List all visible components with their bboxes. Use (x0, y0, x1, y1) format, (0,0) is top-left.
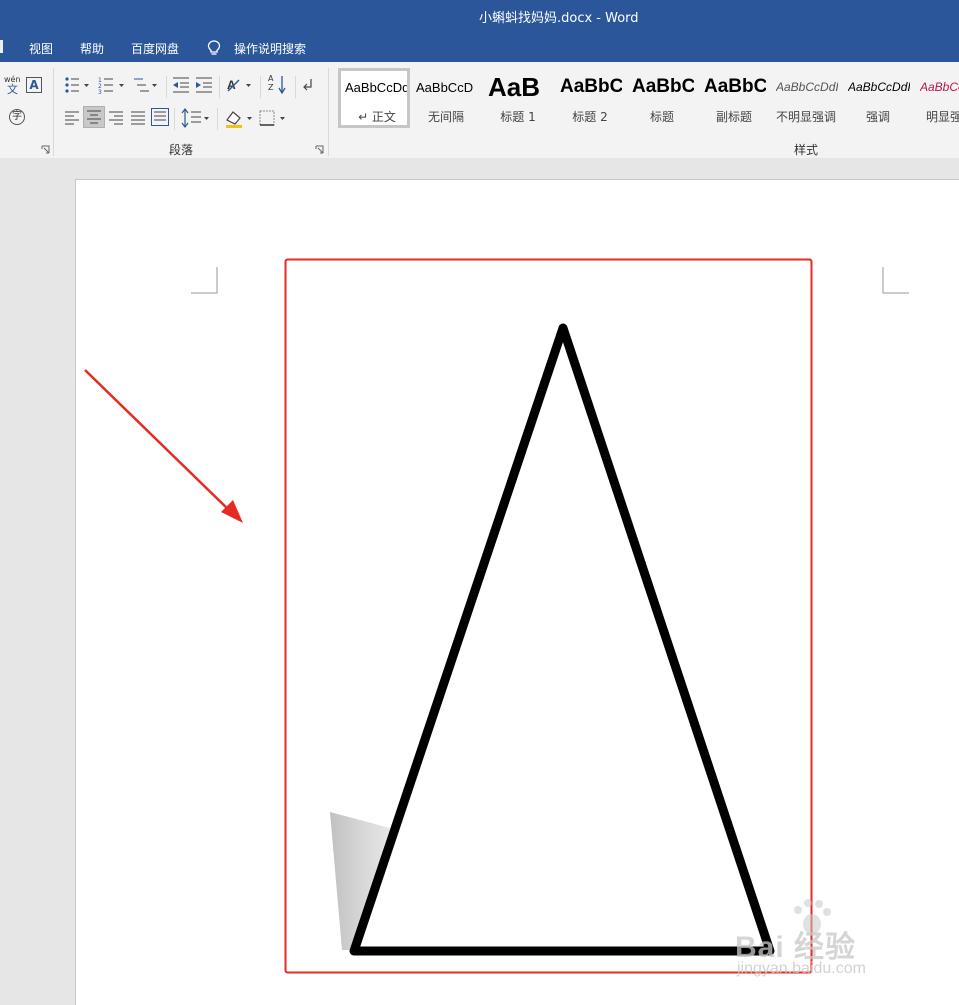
style-preview: AaBbC (632, 76, 694, 97)
style-name: ↵ 正文 (358, 110, 396, 124)
menu-item-baidu-netdisk[interactable]: 百度网盘 (131, 40, 179, 57)
style-preview: AaBbCcD (416, 80, 474, 95)
distributed-icon[interactable] (151, 108, 169, 126)
style-normal[interactable]: AaBbCcDd ↵ 正文 (338, 68, 410, 128)
toolbar-separator (295, 76, 296, 98)
menu-item-view[interactable]: 视图 (29, 40, 53, 57)
style-intense-emphasis[interactable]: AaBbCc 明显强 (914, 68, 959, 128)
character-border-icon[interactable]: A (26, 77, 42, 93)
tell-me-search[interactable]: 操作说明搜索 (234, 40, 306, 57)
style-name: 不明显强调 (775, 110, 836, 124)
borders-icon[interactable] (258, 108, 288, 128)
toolbar-separator (217, 108, 218, 130)
style-preview: AaBbCcDdI (848, 80, 910, 94)
style-preview: AaBbCcDdI (776, 80, 838, 94)
shading-icon[interactable] (224, 108, 254, 128)
paragraph-dialog-launcher-icon[interactable] (315, 145, 324, 154)
document-page[interactable] (75, 179, 959, 1005)
ribbon: wén 文 A 字 123 A A Z 段落 AaBbCcDd ↵ 正文 AaB… (0, 62, 959, 159)
style-name: 副标题 (715, 110, 752, 124)
style-preview: AaBbC (560, 76, 622, 97)
style-preview: AaBbCc (920, 80, 959, 94)
toolbar-separator (260, 76, 261, 98)
group-separator (53, 68, 54, 156)
line-spacing-icon[interactable] (181, 108, 211, 128)
style-subtle-emphasis[interactable]: AaBbCcDdI 不明显强调 (770, 68, 842, 128)
align-center-icon (87, 110, 101, 124)
menu-bar: 视图 帮助 百度网盘 操作说明搜索 (0, 32, 959, 62)
style-heading-2[interactable]: AaBbC 标题 2 (554, 68, 626, 128)
menu-item-help[interactable]: 帮助 (80, 40, 104, 57)
bullets-icon[interactable] (64, 76, 90, 94)
align-left-icon[interactable] (64, 110, 80, 126)
justify-icon[interactable] (130, 110, 146, 126)
styles-gallery: AaBbCcDd ↵ 正文 AaBbCcD 无间隔 AaB 标题 1 AaBbC… (336, 68, 959, 128)
title-bar: 小蝌蚪找妈妈.docx - Word (0, 0, 959, 32)
style-emphasis[interactable]: AaBbCcDdI 强调 (842, 68, 914, 128)
style-name: 标题 2 (572, 110, 608, 124)
style-heading-1[interactable]: AaB 标题 1 (482, 68, 554, 128)
group-separator (328, 68, 329, 156)
align-center-button-selected[interactable] (83, 106, 105, 128)
menu-item-cutoff[interactable] (0, 40, 3, 53)
toolbar-separator (166, 76, 167, 98)
increase-indent-icon[interactable] (195, 76, 213, 94)
style-name: 强调 (865, 110, 890, 124)
style-subtitle[interactable]: AaBbC 副标题 (698, 68, 770, 128)
svg-text:3: 3 (98, 89, 102, 94)
styles-group-label: 样式 (794, 143, 819, 157)
style-name: 标题 1 (500, 110, 536, 124)
style-preview: AaBbC (704, 76, 766, 97)
font-dialog-launcher-icon[interactable] (41, 145, 50, 154)
watermark-url: jingyan.baidu.com (737, 960, 866, 977)
style-preview: AaBbCcDd (345, 80, 410, 95)
paragraph-group-label: 段落 (169, 143, 194, 157)
align-right-icon[interactable] (108, 110, 124, 126)
show-hide-marks-icon[interactable] (301, 78, 315, 92)
phonetic-guide-icon[interactable]: wén 文 (4, 76, 21, 96)
window-title: 小蝌蚪找妈妈.docx - Word (479, 11, 639, 26)
style-name: 标题 (649, 110, 674, 124)
toolbar-separator (219, 76, 220, 98)
lightbulb-icon[interactable] (207, 40, 221, 56)
style-title[interactable]: AaBbC 标题 (626, 68, 698, 128)
style-no-spacing[interactable]: AaBbCcD 无间隔 (410, 68, 482, 128)
style-preview: AaB (488, 72, 541, 102)
sort-icon[interactable]: A Z (268, 74, 288, 96)
numbering-icon[interactable]: 123 (98, 76, 126, 94)
decrease-indent-icon[interactable] (172, 76, 190, 94)
toolbar-separator (174, 108, 175, 130)
style-name: 明显强 (925, 110, 959, 124)
style-name: 无间隔 (427, 110, 464, 124)
enclose-characters-icon[interactable]: 字 (9, 109, 25, 125)
asian-layout-icon[interactable]: A (226, 76, 254, 94)
multilevel-list-icon[interactable] (133, 76, 159, 94)
